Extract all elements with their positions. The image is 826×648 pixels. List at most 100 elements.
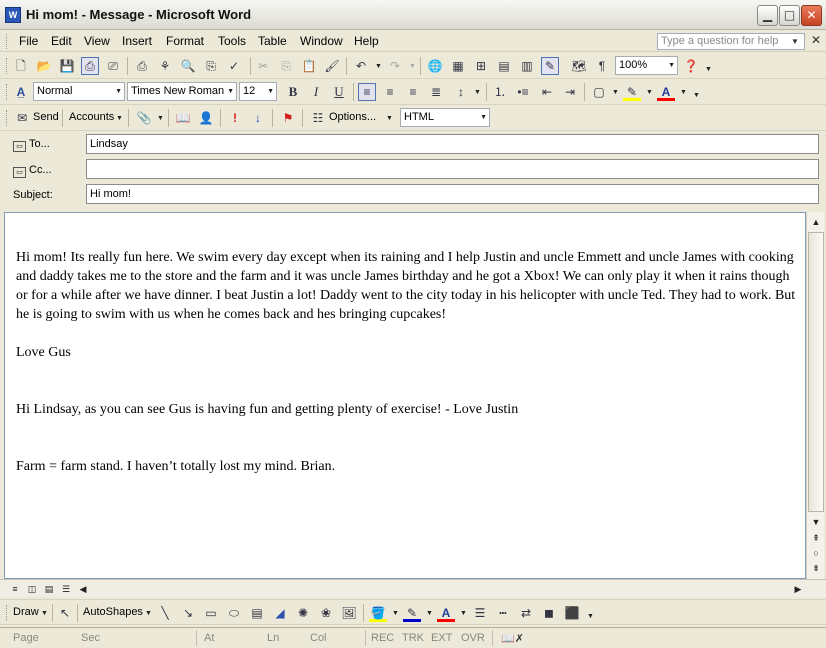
message-body[interactable]: Hi mom! Its really fun here. We swim eve…	[4, 212, 806, 579]
redo-icon[interactable]: ↷	[386, 57, 404, 75]
print-icon[interactable]: ⎙	[133, 57, 151, 75]
toolbar-grip[interactable]	[6, 58, 9, 74]
word-app-icon[interactable]: W	[5, 7, 21, 23]
drawing-icon[interactable]: ✎	[541, 57, 559, 75]
preview-icon[interactable]: 🔍	[179, 57, 197, 75]
undo-dropdown-icon[interactable]: ▼	[375, 63, 382, 70]
select-browse-object-icon[interactable]: ○	[808, 545, 824, 561]
borders-dropdown-icon[interactable]: ▼	[612, 89, 619, 96]
oval-icon[interactable]: ⬭	[225, 604, 243, 622]
new-icon[interactable]: 🗋	[12, 57, 30, 75]
line-color-icon[interactable]: ✎	[403, 604, 421, 622]
menu-window[interactable]: Window	[300, 34, 343, 48]
document-close-icon[interactable]: ✕	[811, 33, 821, 47]
bold-button[interactable]: B	[284, 83, 302, 101]
highlight-icon[interactable]: ✎	[623, 83, 641, 101]
help-dropdown-arrow[interactable]: ▼	[791, 37, 799, 46]
arrow-icon[interactable]: ↘	[179, 604, 197, 622]
styles-formatting-icon[interactable]: A̲	[12, 83, 30, 101]
increase-indent-icon[interactable]: ⇥	[561, 83, 579, 101]
font-select[interactable]: Times New Roman ▼	[127, 82, 237, 101]
justify-icon[interactable]: ≣	[427, 83, 445, 101]
help-icon[interactable]: ❓	[682, 57, 700, 75]
redo-dropdown-icon[interactable]: ▼	[409, 63, 416, 70]
research-icon[interactable]: ⚘	[156, 57, 174, 75]
importance-high-icon[interactable]: !	[226, 109, 244, 127]
status-trk[interactable]: TRK	[402, 632, 424, 644]
to-button[interactable]: ▭ To...	[13, 138, 50, 152]
toolbar-grip[interactable]	[6, 84, 9, 100]
minimize-button[interactable]: ▁	[757, 5, 778, 26]
scroll-left-icon[interactable]: ◀	[76, 582, 90, 596]
cut-icon[interactable]: ✂	[254, 57, 272, 75]
columns-icon[interactable]: ▥	[518, 57, 536, 75]
close-button[interactable]: ✕	[801, 5, 822, 26]
show-hide-icon[interactable]: ¶	[593, 57, 611, 75]
italic-button[interactable]: I	[307, 83, 325, 101]
fill-color-icon[interactable]: 🪣	[369, 604, 387, 622]
borders-icon[interactable]: ▢	[590, 83, 608, 101]
menu-table[interactable]: Table	[258, 34, 287, 48]
next-page-icon[interactable]: ⇟	[808, 560, 824, 576]
copy-icon[interactable]: ⎘	[277, 57, 295, 75]
subject-field[interactable]: Hi mom!	[86, 184, 819, 204]
save-icon[interactable]: 💾	[58, 57, 76, 75]
font-color-dropdown-icon[interactable]: ▼	[680, 89, 687, 96]
check-names-icon[interactable]: 👤	[197, 109, 215, 127]
numbering-icon[interactable]: ⒈	[491, 83, 509, 101]
maximize-button[interactable]: □	[779, 5, 800, 26]
line-spacing-dropdown-icon[interactable]: ▼	[474, 89, 481, 96]
draw-dropdown-icon[interactable]: ▼	[41, 610, 48, 617]
3d-style-icon[interactable]: ⬛	[563, 604, 581, 622]
options-button[interactable]: Options...	[329, 111, 376, 123]
accounts-button[interactable]: Accounts	[69, 111, 114, 123]
align-left-icon[interactable]: ≡	[358, 83, 376, 101]
message-format-select[interactable]: HTML ▼	[400, 108, 490, 127]
send-button[interactable]: Send	[33, 111, 59, 123]
scroll-up-icon[interactable]: ▲	[808, 214, 824, 230]
dash-style-icon[interactable]: ┅	[494, 604, 512, 622]
follow-up-flag-icon[interactable]: ⚑	[279, 109, 297, 127]
shadow-style-icon[interactable]: ◼	[540, 604, 558, 622]
fill-color-dropdown-icon[interactable]: ▼	[392, 610, 399, 617]
toolbar-grip[interactable]	[6, 110, 9, 126]
align-center-icon[interactable]: ≡	[381, 83, 399, 101]
research-book-icon[interactable]: ⎘	[202, 57, 220, 75]
attach-icon[interactable]: 📎	[135, 109, 153, 127]
select-objects-icon[interactable]: ↖	[56, 604, 74, 622]
accounts-dropdown-icon[interactable]: ▼	[116, 115, 123, 122]
permission-icon[interactable]: ⎙	[81, 57, 99, 75]
scroll-right-icon[interactable]: ▶	[791, 582, 805, 596]
paste-icon[interactable]: 📋	[300, 57, 318, 75]
attach-dropdown-icon[interactable]: ▼	[157, 115, 164, 122]
spelling-status-icon[interactable]: 📖✗	[501, 632, 524, 645]
toolbar-options-icon[interactable]: ▼	[705, 66, 712, 73]
undo-icon[interactable]: ↶	[352, 57, 370, 75]
line-color-dropdown-icon[interactable]: ▼	[426, 610, 433, 617]
tables-borders-icon[interactable]: ▦	[449, 57, 467, 75]
menu-tools[interactable]: Tools	[218, 34, 246, 48]
insert-table-icon[interactable]: ⊞	[472, 57, 490, 75]
cc-button[interactable]: ▭ Cc...	[13, 164, 52, 178]
status-ovr[interactable]: OVR	[461, 632, 485, 644]
diagram-icon[interactable]: ✺	[294, 604, 312, 622]
toolbar-grip[interactable]	[6, 605, 9, 621]
scroll-thumb[interactable]	[808, 232, 824, 512]
options-dropdown-icon[interactable]: ▼	[386, 115, 393, 122]
decrease-indent-icon[interactable]: ⇤	[538, 83, 556, 101]
status-rec[interactable]: REC	[371, 632, 394, 644]
spelling-icon[interactable]: ✓	[225, 57, 243, 75]
line-spacing-icon[interactable]: ↕	[452, 83, 470, 101]
menu-edit[interactable]: Edit	[51, 34, 72, 48]
help-question-input[interactable]: Type a question for help	[657, 33, 805, 50]
font-color-icon[interactable]: A	[437, 604, 455, 622]
web-layout-view-icon[interactable]: ◫	[25, 582, 39, 596]
text-box-icon[interactable]: ▤	[248, 604, 266, 622]
font-size-select[interactable]: 12 ▼	[239, 82, 277, 101]
arrow-style-icon[interactable]: ⇄	[517, 604, 535, 622]
normal-view-icon[interactable]: ≡	[8, 582, 22, 596]
picture-icon[interactable]: 🖼	[340, 604, 358, 622]
font-color-dropdown-icon[interactable]: ▼	[460, 610, 467, 617]
importance-low-icon[interactable]: ↓	[249, 109, 267, 127]
toolbar-options-icon[interactable]: ▼	[693, 92, 700, 99]
